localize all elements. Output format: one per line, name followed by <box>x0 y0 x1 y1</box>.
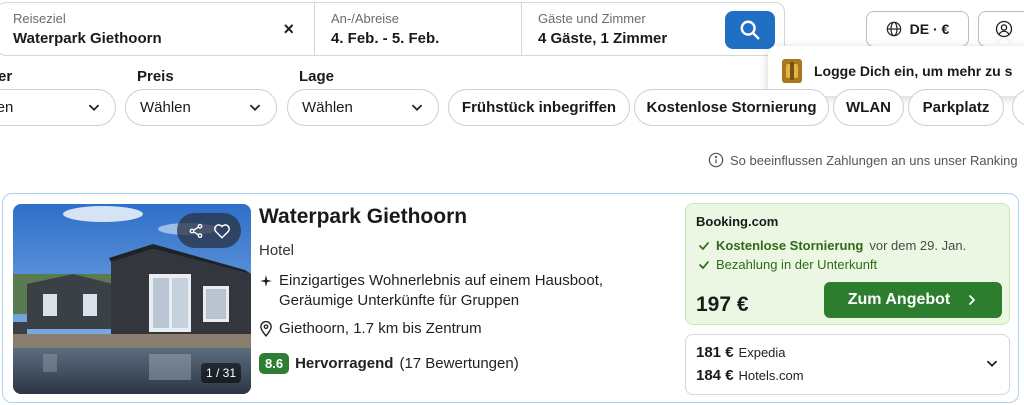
heart-icon[interactable] <box>213 222 231 240</box>
location-text: Giethoorn, 1.7 km bis Zentrum <box>279 320 482 337</box>
rating-score-badge: 8.6 <box>259 353 290 374</box>
alternative-offer-row: 181 € Expedia <box>696 344 786 361</box>
alternative-offer-row: 184 € Hotels.com <box>696 367 804 384</box>
perk2-text: Bezahlung in der Unterkunft <box>716 257 878 272</box>
dates-value[interactable]: 4. Feb. - 5. Feb. <box>331 30 521 48</box>
share-icon[interactable] <box>188 223 204 239</box>
best-offer-box[interactable]: Booking.com Kostenlose Stornierung vor d… <box>685 203 1010 325</box>
alt-price: 181 € <box>696 344 734 361</box>
ranking-note[interactable]: So beeinflussen Zahlungen an uns unser R… <box>708 152 1018 168</box>
user-icon <box>995 20 1013 38</box>
login-prompt: Logge Dich ein, um mehr zu s <box>814 63 1013 79</box>
check-icon <box>699 241 709 250</box>
destination-value[interactable]: Waterpark Giethoorn <box>13 30 314 48</box>
dates-field[interactable]: An-/Abreise 4. Feb. - 5. Feb. <box>314 3 521 55</box>
chevron-down-icon <box>412 104 422 111</box>
chip-wifi[interactable]: WLAN <box>833 89 904 126</box>
filter-dropdown-cut[interactable]: hlen <box>0 89 116 126</box>
alt-price: 184 € <box>696 367 734 384</box>
alt-provider: Expedia <box>738 345 786 360</box>
price-dropdown[interactable]: Wählen <box>125 89 277 126</box>
offer-price: 197 € <box>696 293 749 316</box>
location-pin-icon <box>260 320 272 337</box>
hotel-name[interactable]: Waterpark Giethoorn <box>259 205 467 229</box>
filter-label-location: Lage <box>299 68 335 85</box>
view-deal-button[interactable]: Zum Angebot <box>824 282 1002 318</box>
dates-label: An-/Abreise <box>331 11 399 26</box>
alternative-offers[interactable]: 181 € Expedia 184 € Hotels.com <box>685 334 1010 395</box>
perk1-strong: Kostenlose Stornierung <box>716 238 864 253</box>
location-dropdown-value: Wählen <box>302 99 353 116</box>
photo-counter: 1 / 31 <box>201 363 241 383</box>
alt-provider: Hotels.com <box>738 368 804 383</box>
search-button[interactable] <box>725 11 775 49</box>
clear-destination-button[interactable]: × <box>283 19 294 39</box>
chip-parking[interactable]: Parkplatz <box>908 89 1004 126</box>
treasure-chest-icon <box>782 59 802 83</box>
chip-breakfast[interactable]: Frühstück inbegriffen <box>448 89 630 126</box>
perk1-rest: vor dem 29. Jan. <box>869 238 967 253</box>
price-dropdown-value: Wählen <box>140 99 191 116</box>
check-icon <box>699 260 709 269</box>
guests-field[interactable]: Gäste und Zimmer 4 Gäste, 1 Zimmer <box>521 3 783 55</box>
perk-pay-at-property: Bezahlung in der Unterkunft <box>698 257 877 272</box>
chevron-down-icon <box>250 104 260 111</box>
hotel-description: Einzigartiges Wohnerlebnis auf einem Hau… <box>259 271 603 311</box>
rating-word: Hervorragend <box>295 355 394 372</box>
offer-provider: Booking.com <box>696 214 779 229</box>
location-dropdown[interactable]: Wählen <box>287 89 439 126</box>
sparkle-icon <box>260 275 272 287</box>
destination-field[interactable]: Reiseziel Waterpark Giethoorn × <box>0 3 314 55</box>
info-icon <box>708 152 724 168</box>
destination-label: Reiseziel <box>13 11 66 26</box>
photo-actions <box>177 213 241 248</box>
ranking-note-text: So beeinflussen Zahlungen an uns unser R… <box>730 152 1018 168</box>
search-bar: Reiseziel Waterpark Giethoorn × An-/Abre… <box>0 2 785 56</box>
hotel-type: Hotel <box>259 242 295 259</box>
perk-free-cancellation: Kostenlose Stornierung vor dem 29. Jan. <box>698 238 966 253</box>
hotel-location: Giethoorn, 1.7 km bis Zentrum <box>259 320 482 337</box>
hotel-result-card[interactable]: Waterpark Giethoorn Hotel Einzigartiges … <box>2 193 1019 403</box>
globe-icon <box>886 21 901 37</box>
chevron-right-icon <box>969 295 976 305</box>
language-currency-button[interactable]: DE · € <box>866 11 969 47</box>
hotel-rating[interactable]: 8.6 Hervorragend (17 Bewertungen) <box>259 353 519 374</box>
chevron-down-icon[interactable] <box>985 357 999 371</box>
view-deal-label: Zum Angebot <box>847 291 951 308</box>
filter-label-price: Preis <box>137 68 174 85</box>
locale-label: DE · € <box>909 21 950 37</box>
dropdown-value: hlen <box>0 99 14 116</box>
chip-free-cancellation[interactable]: Kostenlose Stornierung <box>634 89 829 126</box>
search-icon <box>740 20 760 40</box>
filter-label-cut: er <box>0 68 13 85</box>
description-line-2: Geräumige Unterkünfte für Gruppen <box>279 292 520 309</box>
review-count: (17 Bewertungen) <box>399 355 519 372</box>
chevron-down-icon <box>89 104 99 111</box>
description-line-1: Einzigartiges Wohnerlebnis auf einem Hau… <box>279 272 604 289</box>
